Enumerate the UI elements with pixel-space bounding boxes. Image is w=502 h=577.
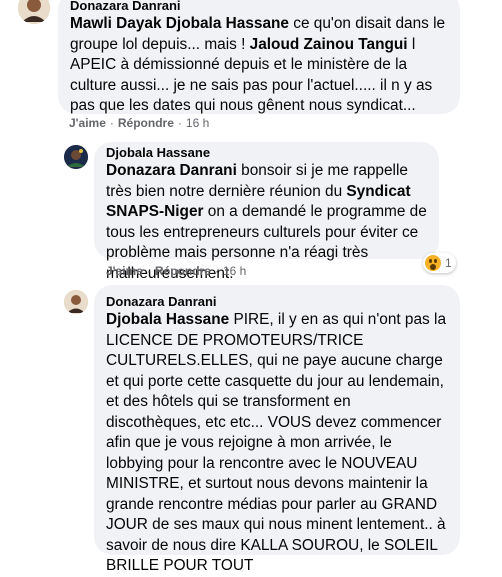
like-button[interactable]: J'aime — [69, 116, 106, 130]
avatar[interactable] — [64, 145, 88, 169]
reply-button[interactable]: Répondre — [155, 264, 211, 278]
avatar[interactable] — [18, 0, 50, 24]
comment-author[interactable]: Donazara Danrani — [70, 0, 448, 14]
reply-button[interactable]: Répondre — [118, 116, 174, 130]
mention-link[interactable]: Djobala Hassane — [106, 311, 229, 328]
mention-link[interactable]: Mawli Dayak Djobala Hassane — [70, 15, 289, 32]
like-button[interactable]: J'aime — [106, 264, 143, 278]
separator-dot: · — [146, 264, 151, 278]
separator-dot: · — [214, 264, 219, 278]
comment-bubble: Djobala Hassane Donazara Danrani bonsoir… — [94, 142, 439, 282]
comment-author[interactable]: Donazara Danrani — [106, 294, 448, 310]
mention-link[interactable]: Donazara Danrani — [106, 162, 237, 179]
comment-author[interactable]: Djobala Hassane — [106, 145, 427, 161]
timestamp[interactable]: 16 h — [186, 116, 209, 130]
comment-bubble: Donazara Danrani Djobala Hassane PIRE, i… — [94, 285, 460, 574]
reaction-badge[interactable]: 1 — [423, 253, 456, 273]
mention-link[interactable]: Jaloud Zainou Tangui — [250, 36, 408, 53]
separator-dot: · — [109, 116, 114, 130]
comment-text: PIRE, il y en as qui n'ont pas la LICENC… — [106, 311, 447, 574]
wow-emoji-icon — [425, 255, 441, 271]
comment-bubble: Donazara Danrani Mawli Dayak Djobala Has… — [58, 0, 460, 114]
reaction-count: 1 — [445, 256, 452, 270]
separator-dot: · — [177, 116, 182, 130]
avatar[interactable] — [64, 290, 88, 314]
timestamp[interactable]: 16 h — [223, 264, 246, 278]
comment-actions: J'aime · Répondre · 16 h — [106, 264, 246, 278]
comment-actions: J'aime · Répondre · 16 h — [69, 116, 209, 130]
